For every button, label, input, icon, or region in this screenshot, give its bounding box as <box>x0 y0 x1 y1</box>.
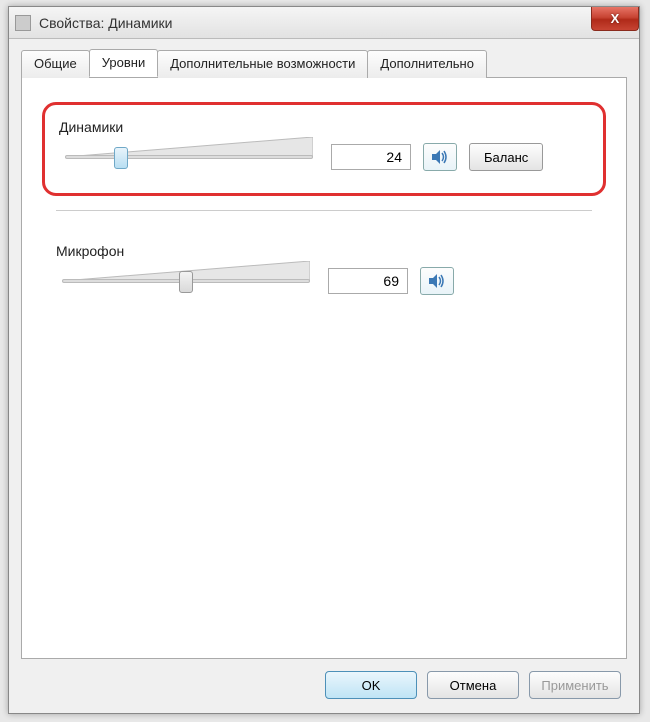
group-divider <box>56 210 592 211</box>
speakers-balance-button[interactable]: Баланс <box>469 143 543 171</box>
dialog-content: Общие Уровни Дополнительные возможности … <box>9 39 639 713</box>
window-title: Свойства: Динамики <box>39 15 172 31</box>
microphone-mute-button[interactable] <box>420 267 454 295</box>
dialog-footer: OK Отмена Применить <box>21 659 627 703</box>
cancel-button[interactable]: Отмена <box>427 671 519 699</box>
slider-track <box>65 155 313 159</box>
speakers-mute-button[interactable] <box>423 143 457 171</box>
tab-general[interactable]: Общие <box>21 50 90 78</box>
speaker-icon <box>428 273 446 289</box>
tab-advanced[interactable]: Дополнительно <box>367 50 487 78</box>
speaker-icon <box>431 149 449 165</box>
ok-button[interactable]: OK <box>325 671 417 699</box>
speakers-group: Динамики <box>42 102 606 196</box>
microphone-label: Микрофон <box>56 243 592 259</box>
microphone-slider[interactable] <box>56 267 316 295</box>
window-icon <box>15 15 31 31</box>
microphone-group: Микрофон <box>42 229 606 317</box>
tab-levels[interactable]: Уровни <box>89 49 158 77</box>
speakers-slider[interactable] <box>59 143 319 171</box>
microphone-slider-thumb[interactable] <box>179 271 193 293</box>
speakers-row: Баланс <box>59 143 589 171</box>
properties-dialog: Свойства: Динамики X Общие Уровни Дополн… <box>8 6 640 714</box>
microphone-value-input[interactable] <box>328 268 408 294</box>
speakers-value-input[interactable] <box>331 144 411 170</box>
titlebar[interactable]: Свойства: Динамики X <box>9 7 639 39</box>
apply-button[interactable]: Применить <box>529 671 621 699</box>
speakers-label: Динамики <box>59 119 589 135</box>
close-button[interactable]: X <box>591 7 639 31</box>
tab-panel-levels: Динамики <box>21 77 627 659</box>
close-icon: X <box>611 11 620 26</box>
speakers-slider-thumb[interactable] <box>114 147 128 169</box>
tab-enhancements[interactable]: Дополнительные возможности <box>157 50 368 78</box>
microphone-row <box>56 267 592 295</box>
tab-strip: Общие Уровни Дополнительные возможности … <box>21 49 627 77</box>
